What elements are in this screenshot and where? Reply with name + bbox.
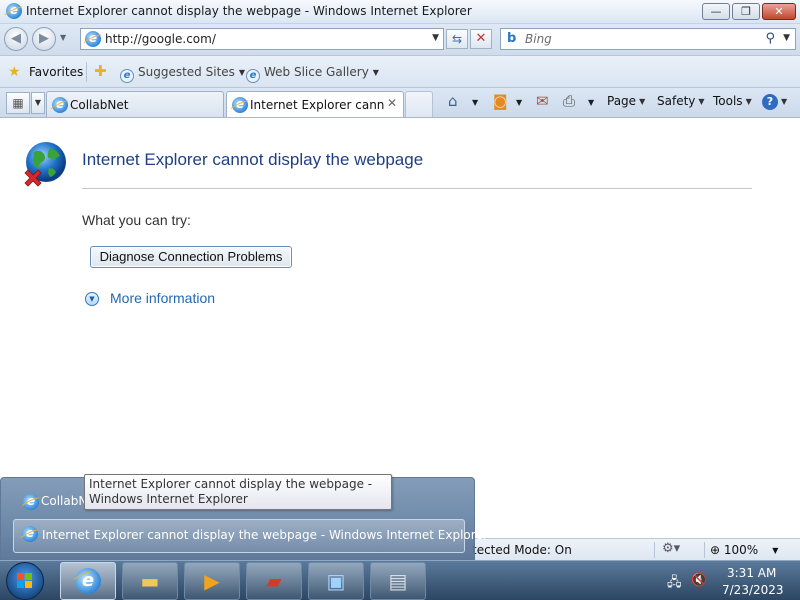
ie-page-icon: e: [232, 97, 248, 113]
tooltip: Internet Explorer cannot display the web…: [84, 474, 392, 510]
suggested-sites-icon: e: [120, 69, 134, 83]
web-slice-icon: e: [246, 69, 260, 83]
more-information-link[interactable]: More information: [110, 290, 215, 306]
ie-page-icon: e: [23, 494, 39, 510]
search-options-dropdown-icon[interactable]: ▼: [783, 33, 790, 43]
recent-pages-dropdown-icon[interactable]: ▼: [60, 33, 66, 42]
read-mail-icon[interactable]: ✉: [536, 92, 549, 110]
address-bar-row: ◀ ▶ ▼ e http://google.com/ ▼ ⇆ ✕ b Bing …: [0, 24, 800, 56]
thumbnail-item-error-page[interactable]: e Internet Explorer cannot display the w…: [13, 519, 488, 553]
start-button[interactable]: [6, 562, 44, 600]
internet-explorer-icon: e: [75, 568, 101, 594]
chevron-down-icon: ▼: [781, 97, 788, 106]
tab-row: ▦ ▼ e CollabNet e Internet Explorer cann…: [0, 88, 800, 118]
chevron-down-icon: ▼: [639, 97, 646, 106]
minimize-button[interactable]: —: [702, 3, 730, 20]
address-field[interactable]: e http://google.com/ ▼: [80, 28, 444, 50]
feeds-icon[interactable]: ◙: [493, 92, 508, 110]
stop-button[interactable]: ✕: [470, 29, 492, 49]
back-button[interactable]: ◀: [4, 27, 28, 51]
search-placeholder: Bing: [525, 32, 552, 46]
tab-list-dropdown[interactable]: ▼: [31, 92, 45, 114]
taskbar-windows-explorer[interactable]: ▬: [122, 562, 178, 600]
divider: [654, 542, 655, 558]
address-dropdown-icon[interactable]: ▼: [432, 33, 439, 43]
url-text[interactable]: http://google.com/: [105, 32, 216, 46]
globe-error-icon: [24, 142, 66, 187]
bing-icon: b: [507, 31, 517, 46]
network-icon[interactable]: 🖧: [667, 573, 682, 595]
chevron-down-icon: ▼: [698, 97, 705, 106]
page-menu[interactable]: Page ▼: [607, 94, 645, 108]
toolbox-icon: ▰: [266, 569, 282, 593]
page-icon: e: [85, 31, 101, 47]
tab-label: Internet Explorer canno...: [250, 98, 385, 112]
what-you-can-try-label: What you can try:: [82, 212, 191, 228]
refresh-button[interactable]: ⇆: [446, 29, 468, 49]
chevron-down-icon: ▼: [238, 68, 246, 77]
add-to-favorites-bar-icon[interactable]: ✚: [94, 62, 107, 80]
safety-menu[interactable]: Safety ▼: [657, 94, 705, 108]
installer-icon: ▤: [388, 569, 408, 593]
taskbar-control-panel[interactable]: ▣: [308, 562, 364, 600]
chevron-down-icon: ▼: [772, 546, 779, 555]
media-player-icon: ▶: [204, 569, 220, 593]
favorites-bar: ★ Favorites ✚ e Suggested Sites ▼ e Web Sli…: [0, 56, 800, 88]
taskbar-toolbox-app[interactable]: ▰: [246, 562, 302, 600]
folder-icon: ▬: [140, 569, 160, 593]
print-dropdown-icon[interactable]: ▼: [588, 98, 594, 107]
favorites-link-suggested-sites[interactable]: e Suggested Sites ▼: [120, 65, 245, 83]
new-tab-button[interactable]: [405, 91, 433, 117]
taskbar-media-player[interactable]: ▶: [184, 562, 240, 600]
favorites-button[interactable]: Favorites: [29, 65, 83, 79]
divider: [82, 188, 752, 189]
ie-page-icon: e: [52, 97, 68, 113]
divider: [704, 542, 705, 558]
taskbar-installer[interactable]: ▤: [370, 562, 426, 600]
favorites-link-web-slice-gallery[interactable]: e Web Slice Gallery ▼: [246, 65, 379, 83]
home-icon[interactable]: ⌂: [448, 92, 458, 110]
volume-muted-icon[interactable]: 🔇: [691, 573, 707, 588]
security-settings-icon[interactable]: ⚙▾: [662, 541, 680, 556]
maximize-button[interactable]: ❐: [732, 3, 760, 20]
close-button[interactable]: ✕: [762, 3, 796, 20]
window-title: Internet Explorer cannot display the web…: [26, 4, 472, 18]
taskbar-internet-explorer[interactable]: e: [60, 562, 116, 600]
clock-date[interactable]: 7/23/2023: [722, 583, 784, 597]
forward-button[interactable]: ▶: [32, 27, 56, 51]
print-icon[interactable]: ⎙: [563, 92, 575, 110]
quick-tabs-button[interactable]: ▦: [6, 92, 30, 114]
help-menu[interactable]: ? ▼: [762, 94, 787, 110]
zoom-level[interactable]: ⊕ 100% ▼: [710, 543, 778, 557]
clock-time[interactable]: 3:31 AM: [727, 566, 776, 580]
close-tab-icon[interactable]: ✕: [387, 96, 397, 110]
ie-logo-icon: e: [6, 3, 22, 19]
chevron-down-icon: ▼: [372, 68, 379, 77]
tab-error-page[interactable]: e Internet Explorer canno... ✕: [226, 91, 404, 117]
title-bar: e Internet Explorer cannot display the w…: [0, 0, 800, 24]
tab-collabnet[interactable]: e CollabNet: [46, 91, 224, 117]
error-title: Internet Explorer cannot display the web…: [82, 150, 424, 169]
control-panel-icon: ▣: [326, 569, 346, 593]
feeds-dropdown-icon[interactable]: ▼: [516, 98, 522, 107]
help-icon: ?: [762, 94, 778, 110]
favorites-star-icon[interactable]: ★: [8, 64, 21, 80]
protected-mode-status[interactable]: tected Mode: On: [472, 543, 572, 557]
search-icon[interactable]: ⚲: [765, 31, 775, 46]
divider: [86, 62, 87, 82]
home-dropdown-icon[interactable]: ▼: [472, 98, 478, 107]
zoom-icon: ⊕: [710, 543, 721, 557]
tools-menu[interactable]: Tools ▼: [713, 94, 752, 108]
chevron-down-icon: ▼: [745, 97, 752, 106]
expand-chevron-icon[interactable]: ▼: [85, 292, 99, 306]
diagnose-connection-problems-button[interactable]: Diagnose Connection Problems: [90, 246, 292, 268]
windows-logo-icon: [17, 573, 33, 589]
tab-label: CollabNet: [70, 98, 129, 112]
taskbar: e ▬ ▶ ▰ ▣ ▤ 🖧 🔇 3:31 AM 7/23/2023: [0, 560, 800, 600]
ie-page-icon: e: [22, 526, 38, 542]
search-input[interactable]: b Bing ⚲ ▼: [500, 28, 796, 50]
